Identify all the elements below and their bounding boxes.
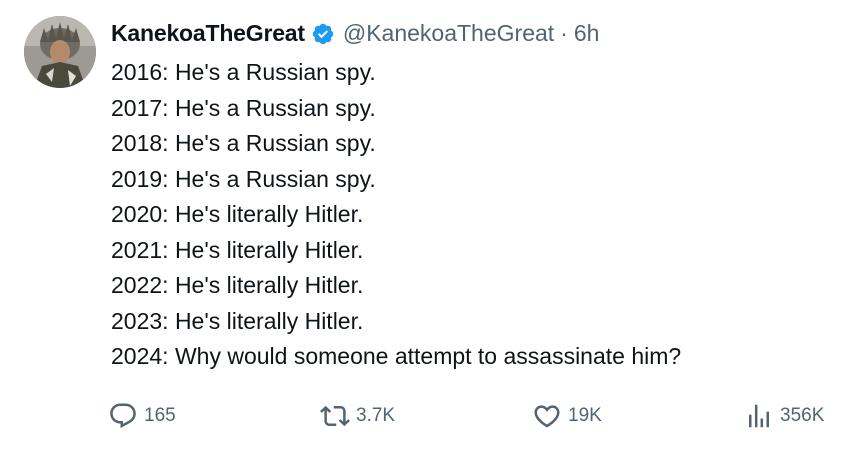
views-button[interactable]: 356K bbox=[744, 398, 824, 434]
verified-badge-icon bbox=[311, 21, 335, 45]
avatar-image bbox=[24, 16, 96, 88]
like-button[interactable]: 19K bbox=[532, 398, 602, 434]
tweet-line: 2017: He's a Russian spy. bbox=[111, 94, 376, 121]
avatar[interactable] bbox=[24, 16, 96, 88]
analytics-icon bbox=[749, 404, 769, 428]
handle[interactable]: @KanekoaTheGreat bbox=[343, 16, 554, 50]
tweet-line: 2019: He's a Russian spy. bbox=[111, 165, 376, 192]
tweet-line: 2021: He's literally Hitler. bbox=[111, 236, 364, 263]
reply-count: 165 bbox=[144, 405, 176, 426]
separator-dot: · bbox=[560, 20, 568, 46]
tweet-line: 2018: He's a Russian spy. bbox=[111, 130, 376, 156]
timestamp[interactable]: 6h bbox=[574, 16, 600, 50]
reply-button[interactable]: 165 bbox=[108, 398, 176, 434]
views-count: 356K bbox=[780, 405, 825, 426]
heart-icon bbox=[534, 405, 560, 428]
action-bar: 165 3.7K 19K 356K bbox=[108, 398, 843, 434]
reply-icon bbox=[110, 403, 136, 429]
tweet: KanekoaTheGreat @KanekoaTheGreat · 6h 20… bbox=[0, 0, 855, 450]
tweet-line: 2020: He's literally Hitler. bbox=[111, 201, 364, 227]
retweet-button[interactable]: 3.7K bbox=[320, 398, 395, 434]
tweet-line: 2024: Why would someone attempt to assas… bbox=[111, 343, 682, 369]
tweet-line: 2022: He's literally Hitler. bbox=[111, 272, 364, 298]
tweet-text: 2016: He's a Russian spy. 2017: He's a R… bbox=[111, 55, 831, 375]
tweet-line: 2016: He's a Russian spy. bbox=[111, 59, 376, 85]
like-count: 19K bbox=[568, 405, 602, 426]
retweet-icon bbox=[320, 405, 350, 427]
retweet-count: 3.7K bbox=[356, 405, 396, 426]
display-name[interactable]: KanekoaTheGreat bbox=[111, 16, 305, 50]
tweet-header: KanekoaTheGreat @KanekoaTheGreat · 6h bbox=[111, 16, 599, 50]
tweet-line: 2023: He's literally Hitler. bbox=[111, 307, 364, 334]
